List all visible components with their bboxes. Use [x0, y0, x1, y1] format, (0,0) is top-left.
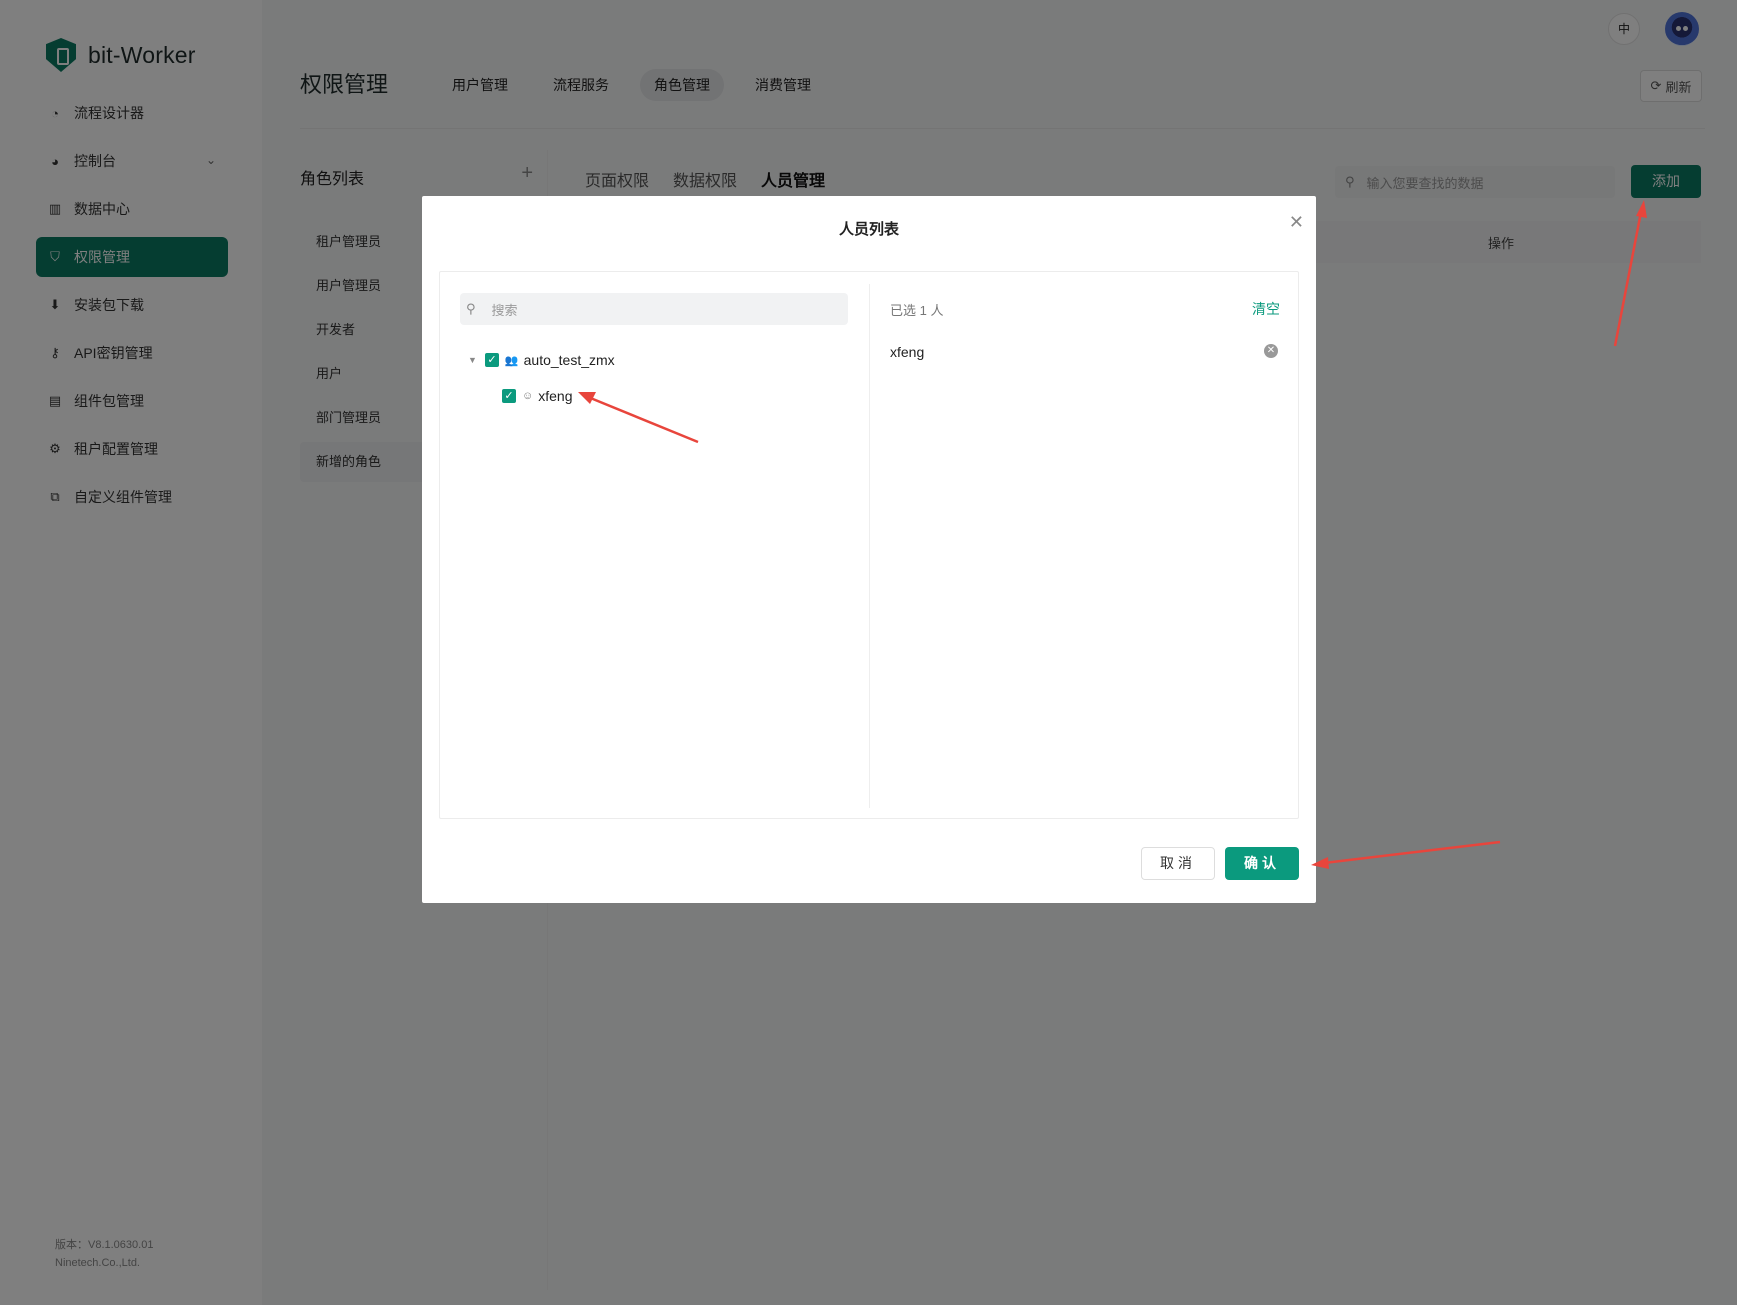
close-icon[interactable]: ✕	[1289, 212, 1304, 233]
selected-pane: 已选 1 人 清空 xfeng ✕	[870, 272, 1300, 818]
tree-node-group[interactable]: ▼ ✓ 👥 auto_test_zmx	[468, 352, 615, 368]
member-list-modal: 人员列表 ✕ ⚲ 搜索 ▼ ✓ 👥 auto_test_zmx ✓ ☺ xfen…	[422, 196, 1316, 903]
group-name: auto_test_zmx	[523, 352, 615, 368]
modal-title: 人员列表	[838, 221, 899, 238]
member-checkbox[interactable]: ✓	[502, 389, 516, 403]
clear-link[interactable]: 清空	[1252, 299, 1280, 319]
cancel-button[interactable]: 取消	[1141, 847, 1215, 880]
member-search-placeholder: 搜索	[491, 302, 518, 318]
selected-item: xfeng	[890, 344, 925, 360]
member-name: xfeng	[538, 388, 573, 404]
member-tree-pane: ⚲ 搜索 ▼ ✓ 👥 auto_test_zmx ✓ ☺ xfeng	[440, 272, 868, 818]
user-icon: ☺	[522, 390, 534, 402]
remove-icon[interactable]: ✕	[1264, 344, 1278, 358]
group-users-icon: 👥	[504, 354, 519, 367]
group-checkbox[interactable]: ✓	[484, 353, 499, 367]
selected-count: 已选 1 人	[890, 303, 944, 318]
member-transfer: ⚲ 搜索 ▼ ✓ 👥 auto_test_zmx ✓ ☺ xfeng 已选 1 …	[439, 271, 1299, 819]
search-icon: ⚲	[466, 301, 476, 316]
member-search-input[interactable]: ⚲ 搜索	[460, 293, 848, 325]
tree-node-member[interactable]: ✓ ☺ xfeng	[502, 388, 572, 404]
confirm-button[interactable]: 确认	[1225, 847, 1299, 880]
caret-down-icon[interactable]: ▼	[468, 355, 477, 365]
